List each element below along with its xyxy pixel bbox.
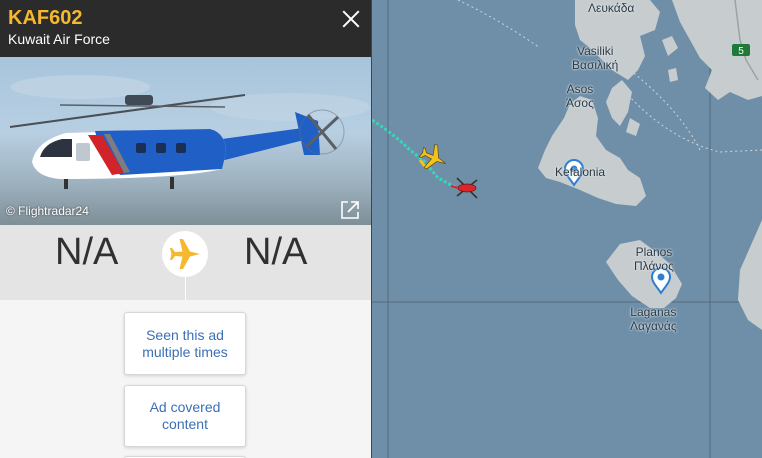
external-link-icon[interactable] <box>339 199 361 221</box>
planos-latin: Planos <box>635 245 673 259</box>
laganas-latin: Laganas <box>630 305 677 319</box>
vasiliki-latin: Vasiliki <box>576 44 614 58</box>
laganas-greek: Λαγανάς <box>630 319 677 333</box>
close-icon[interactable] <box>341 9 361 29</box>
map-label-vasiliki: Vasiliki Βασιλική <box>572 44 618 72</box>
route-divider <box>185 273 186 300</box>
asos-latin: Asos <box>566 82 594 96</box>
aircraft-operator: Kuwait Air Force <box>8 31 110 47</box>
ad-feedback-seen-multiple-button[interactable]: Seen this ad multiple times <box>124 312 246 375</box>
ad-feedback-area: Seen this ad multiple times Ad covered c… <box>0 300 371 458</box>
photo-credit: © Flightradar24 <box>6 204 89 218</box>
map-label-lefkada: Λευκάδα <box>588 1 635 15</box>
panel-header: KAF602 Kuwait Air Force <box>0 0 371 57</box>
origin-airport[interactable]: N/A <box>55 229 118 275</box>
vasiliki-greek: Βασιλική <box>572 58 619 72</box>
destination-airport[interactable]: N/A <box>244 229 307 275</box>
map-label-kefalonia: Kefalonia <box>555 165 606 179</box>
asos-greek: Άσος <box>566 96 594 110</box>
flight-callsign: KAF602 <box>8 7 83 29</box>
ad-feedback-covered-content-button[interactable]: Ad covered content <box>124 385 246 447</box>
map-label-planos: Planos Πλάνος <box>634 245 674 273</box>
map-label-laganas: Laganas Λαγανάς <box>630 305 677 333</box>
airplane-icon <box>162 231 208 277</box>
map-label-asos: Asos Άσος <box>566 82 594 110</box>
aircraft-photo[interactable]: © Flightradar24 <box>0 57 371 225</box>
flight-info-panel: KAF602 Kuwait Air Force © Flightradar24 … <box>0 0 372 458</box>
planos-greek: Πλάνος <box>634 259 674 273</box>
helicopter-image <box>9 75 370 189</box>
route-section: N/A N/A <box>0 225 371 300</box>
road-number: 5 <box>738 46 744 57</box>
